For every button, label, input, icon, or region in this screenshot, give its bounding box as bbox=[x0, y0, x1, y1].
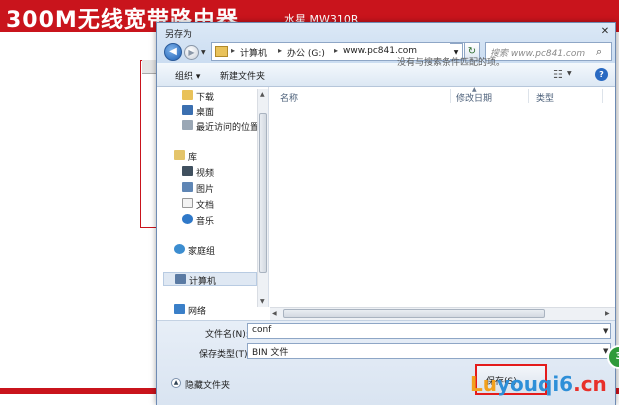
documents-library-icon bbox=[182, 198, 193, 208]
filename-value: conf bbox=[252, 325, 272, 335]
music-library-icon bbox=[182, 214, 193, 224]
forward-button[interactable]: ▶ bbox=[184, 45, 199, 60]
nav-item-label: 下载 bbox=[196, 93, 215, 103]
nav-scroll-down-icon[interactable]: ▼ bbox=[260, 298, 265, 305]
chevron-up-icon: ▲ bbox=[171, 378, 181, 388]
column-divider[interactable] bbox=[450, 89, 451, 103]
filename-field[interactable]: conf bbox=[247, 323, 611, 339]
filetype-label: 保存类型(T): bbox=[199, 350, 251, 360]
site-watermark: Luyouqi6.cn bbox=[470, 372, 607, 396]
nav-item-computer[interactable]: 计算机 bbox=[163, 272, 257, 287]
back-button[interactable]: ◀ bbox=[164, 43, 182, 61]
nav-item-label: 视频 bbox=[196, 169, 215, 179]
watermark-part: youqi6 bbox=[496, 372, 574, 396]
column-header-type[interactable]: 类型 bbox=[536, 91, 554, 104]
column-divider[interactable] bbox=[602, 89, 603, 103]
nav-item-label: 桌面 bbox=[196, 108, 215, 118]
nav-item-label: 最近访问的位置 bbox=[196, 123, 260, 133]
video-library-icon bbox=[182, 166, 193, 176]
close-button[interactable]: ✕ bbox=[597, 25, 613, 39]
desktop-icon bbox=[182, 105, 193, 115]
filetype-value: BIN 文件 bbox=[252, 348, 289, 358]
scroll-right-icon[interactable]: ▶ bbox=[605, 310, 610, 317]
breadcrumb-computer[interactable]: 计算机 bbox=[240, 46, 267, 59]
nav-item-label: 网络 bbox=[188, 307, 207, 317]
filename-dropdown-icon[interactable]: ▼ bbox=[603, 327, 608, 335]
save-as-dialog: 另存为 ✕ ◀ ▶ ▼ ▸ 计算机 ▸ 办公 (G:) ▸ www.pc841.… bbox=[156, 22, 616, 405]
back-arrow-icon: ◀ bbox=[169, 46, 177, 57]
library-icon bbox=[174, 150, 185, 160]
recent-locations-dropdown[interactable]: ▼ bbox=[201, 49, 206, 56]
hide-folders-label: 隐藏文件夹 bbox=[185, 381, 231, 391]
help-icon[interactable]: ? bbox=[595, 68, 608, 81]
forward-arrow-icon: ▶ bbox=[188, 48, 195, 57]
watermark-part: Lu bbox=[470, 372, 497, 396]
navigation-pane: 下载 桌面 最近访问的位置 库 视频 图片 文档 音乐 家庭组 计算机 网络 bbox=[157, 87, 269, 317]
view-dropdown-icon[interactable]: ▼ bbox=[567, 70, 572, 77]
search-icon[interactable]: ⌕ bbox=[596, 45, 602, 59]
command-toolbar: 组织 ▾ 新建文件夹 ☷ ▼ ? bbox=[157, 63, 615, 87]
breadcrumb-separator[interactable]: ▸ bbox=[334, 46, 338, 55]
view-options-icon[interactable]: ☷ bbox=[553, 68, 563, 81]
nav-item-label: 库 bbox=[188, 153, 198, 163]
nav-item-label: 文档 bbox=[196, 201, 215, 211]
recent-places-icon bbox=[182, 120, 193, 130]
nav-item-label: 计算机 bbox=[189, 277, 217, 287]
breadcrumb-separator[interactable]: ▸ bbox=[278, 46, 282, 55]
computer-icon bbox=[175, 274, 186, 284]
network-icon bbox=[174, 304, 185, 314]
filetype-select[interactable]: BIN 文件 bbox=[247, 343, 611, 359]
scroll-left-icon[interactable]: ◀ bbox=[272, 310, 277, 317]
pictures-library-icon bbox=[182, 182, 193, 192]
column-header-name[interactable]: 名称 bbox=[280, 91, 298, 104]
empty-results-message: 没有与搜索条件匹配的项。 bbox=[397, 58, 506, 68]
close-icon: ✕ bbox=[600, 26, 610, 37]
homegroup-icon bbox=[174, 244, 185, 254]
folder-icon bbox=[215, 46, 228, 57]
filename-label: 文件名(N): bbox=[205, 330, 249, 340]
nav-item-label: 图片 bbox=[196, 185, 215, 195]
horizontal-scroll-thumb[interactable] bbox=[283, 309, 545, 318]
breadcrumb-drive-g[interactable]: 办公 (G:) bbox=[287, 46, 325, 59]
nav-scroll-up-icon[interactable]: ▲ bbox=[260, 91, 265, 98]
new-folder-button[interactable]: 新建文件夹 bbox=[220, 69, 265, 82]
column-divider[interactable] bbox=[528, 89, 529, 103]
nav-item-label: 家庭组 bbox=[188, 247, 216, 257]
download-folder-icon bbox=[182, 90, 193, 100]
nav-pane-scroll-thumb[interactable] bbox=[259, 113, 267, 273]
nav-item-label: 音乐 bbox=[196, 217, 215, 227]
breadcrumb-separator[interactable]: ▸ bbox=[231, 46, 235, 55]
column-header-date[interactable]: 修改日期 bbox=[456, 91, 492, 104]
organize-button[interactable]: 组织 ▾ bbox=[175, 69, 200, 82]
dialog-title: 另存为 bbox=[165, 30, 193, 40]
watermark-part: .cn bbox=[573, 372, 607, 396]
file-list-pane[interactable]: ▲ 名称 修改日期 类型 bbox=[270, 86, 615, 307]
